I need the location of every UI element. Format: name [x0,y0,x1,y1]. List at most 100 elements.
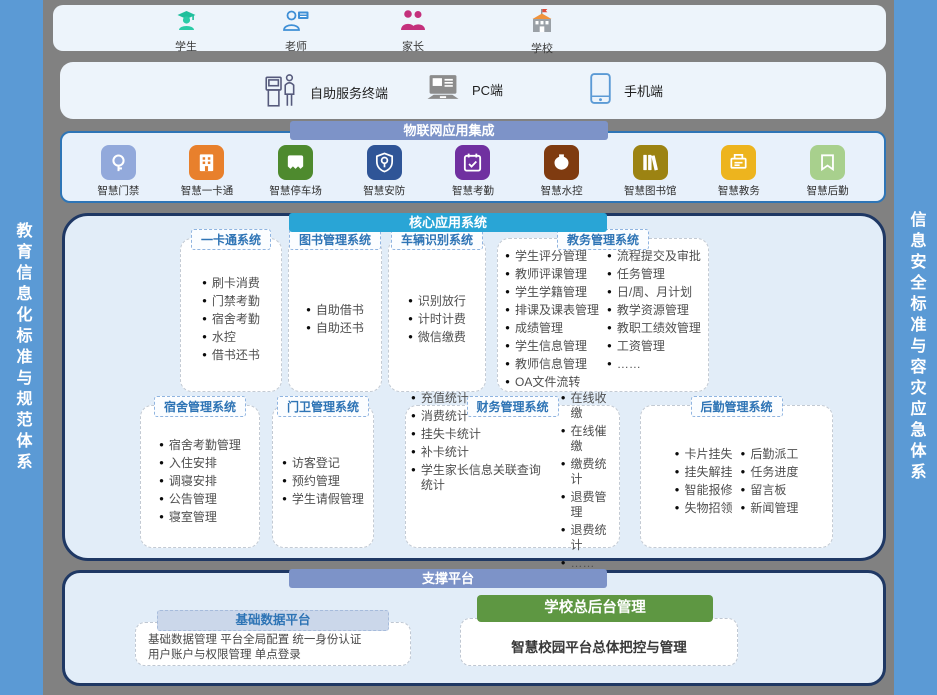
right-ribbon-label: 信息安全标准与容灾应急体系 [904,211,928,484]
feature-item: ●自助借书 [306,302,364,320]
audience-panel: 学生老师家长学校 [53,5,886,51]
feature-item: ●借书还书 [202,347,260,365]
feature-list: ●卡片挂失●挂失解挂●智能报修●失物招领 [675,445,733,517]
feature-text: 在线收缴 [571,391,614,421]
bullet-icon: ● [607,306,612,314]
feature-text: 新闻管理 [750,501,798,516]
support-platform-panel: 支撑平台 基础数据平台 基础数据管理 平台全局配置 统一身份认证 用户账户与权限… [62,570,886,686]
feature-item: ●识别放行 [408,293,466,311]
feature-item: ● 教学资源管理 [607,302,701,320]
feature-text: …… [617,357,641,372]
base-data-line: 基础数据管理 平台全局配置 统一身份认证 [148,633,410,648]
feature-item: ●留言板 [741,481,799,499]
feature-list: ●学生评分管理●教师评课管理●学生学籍管理●排课及课表管理●成绩管理●学生信息管… [505,248,599,392]
iot-label: 智慧一卡通 [181,183,234,198]
bullet-icon: ● [411,394,416,402]
bullet-icon: ● [561,493,566,501]
core-banner: 核心应用系统 [289,213,607,232]
iot-parking: 智慧停车场 [253,145,339,198]
bullet-icon: ● [607,270,612,278]
feature-text: 教学资源管理 [617,303,689,318]
pc-icon [425,72,461,106]
access-pc: PC端 [425,72,503,106]
left-ribbon: 教育信息化标准与规范体系 [0,0,43,695]
feature-text: 借书还书 [212,348,260,363]
feature-item: ● 访客登记 [282,454,364,472]
audience-label: 学校 [531,40,553,56]
parents-icon [398,8,428,37]
bullet-icon: ● [306,324,311,332]
iot-label: 智慧水控 [541,183,583,198]
access-label: 手机端 [624,81,663,100]
feature-text: 教职工绩效管理 [617,321,701,336]
iot-label: 智慧图书馆 [624,183,677,198]
feature-list: ●自助借书●自助还书 [306,302,364,338]
bullet-icon: ● [505,324,510,332]
feature-text: 学生学籍管理 [515,285,587,300]
feature-list: ●宿舍考勤管理●入住安排●调寝安排●公告管理●寝室管理 [159,436,241,526]
feature-text: 在线催缴 [571,424,614,454]
feature-text: 门禁考勤 [212,294,260,309]
feature-text: 刷卡消费 [212,276,260,291]
iot-logistics: 智慧后勤 [785,145,871,198]
bullet-icon: ● [561,427,566,435]
feature-text: 流程提交及审批 [617,249,701,264]
core-applications-panel: 核心应用系统 一卡通系统 ●刷卡消费●门禁考勤●宿舍考勤●水控●借书还书 图书管… [62,213,886,561]
bullet-icon: ● [159,477,164,485]
feature-text: 访客登记 [292,456,340,471]
feature-item: ●入住安排 [159,454,241,472]
feature-text: 学生信息管理 [515,339,587,354]
bullet-icon: ● [505,342,510,350]
access-kiosk: 自助服务终端 [263,72,388,113]
feature-text: 水控 [212,330,236,345]
access-mobile: 手机端 [588,72,663,108]
water-control-icon [544,145,579,180]
feature-item: ●缴费统计 [561,456,614,489]
bullet-icon: ● [282,459,287,467]
feature-text: 教师评课管理 [515,267,587,282]
feature-list: ●访客登记●预约管理●学生请假管理 [282,454,364,508]
bullet-icon: ● [202,315,207,323]
feature-columns: ●自助借书●自助还书 [306,302,364,338]
feature-item: ●补卡统计 [411,444,553,462]
system-box-logistics: 后勤管理系统 ●卡片挂失●挂失解挂●智能报修●失物招领●后勤派工●任务进度●留言… [640,405,833,548]
door-access-icon [101,145,136,180]
feature-list: ●流程提交及审批●任务管理●日/周、月计划●教学资源管理●教职工绩效管理●工资管… [607,248,701,374]
bullet-icon: ● [741,450,746,458]
feature-text: 微信缴费 [418,330,466,345]
feature-item: ●排课及课表管理 [505,302,599,320]
bullet-icon: ● [505,288,510,296]
iot-library: 智慧图书馆 [607,145,693,198]
feature-item: ● 宿舍考勤 [202,311,260,329]
feature-text: 公告管理 [169,492,217,507]
iot-integration-panel: 物联网应用集成 智慧门禁智慧一卡通智慧停车场智慧安防智慧考勤智慧水控智慧图书馆智… [60,131,886,203]
iot-label: 智慧安防 [363,183,405,198]
feature-text: 退费管理 [571,490,614,520]
iot-label: 智慧考勤 [452,183,494,198]
feature-text: 挂失卡统计 [421,427,481,442]
feature-text: 自助借书 [316,303,364,318]
feature-text: 排课及课表管理 [515,303,599,318]
iot-onecard: 智慧一卡通 [164,145,250,198]
bullet-icon: ● [675,486,680,494]
base-data-line: 用户账户与权限管理 单点登录 [148,648,410,663]
base-data-platform-box: 基础数据平台 基础数据管理 平台全局配置 统一身份认证 用户账户与权限管理 单点… [135,622,411,666]
feature-item: ●水控 [202,329,260,347]
feature-text: 寝室管理 [169,510,217,525]
bullet-icon: ● [607,252,612,260]
feature-text: 失物招领 [684,501,732,516]
system-title: 一卡通系统 [191,229,271,250]
system-title: 财务管理系统 [466,396,558,417]
feature-text: 调寝安排 [169,474,217,489]
feature-text: 学生请假管理 [292,492,364,507]
audience-school: 学校 [496,8,588,56]
bullet-icon: ● [561,559,566,567]
system-title: 图书管理系统 [289,229,381,250]
audience-label: 家长 [402,38,424,54]
feature-text: 宿舍考勤 [212,312,260,327]
iot-academic: 智慧教务 [696,145,782,198]
bullet-icon: ● [411,430,416,438]
access-label: PC端 [472,80,503,99]
feature-text: 计时计费 [418,312,466,327]
feature-item: ● 学生信息管理 [505,338,599,356]
